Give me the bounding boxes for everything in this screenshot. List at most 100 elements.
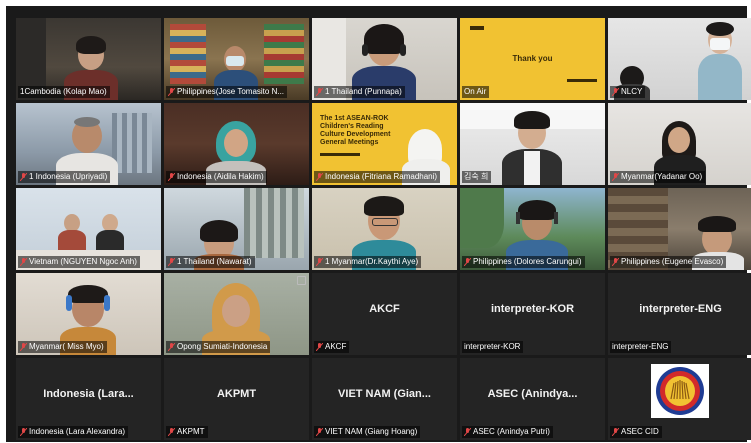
participant-name: interpreter-KOR — [464, 342, 521, 351]
muted-mic-icon — [316, 428, 323, 436]
participant-tile[interactable]: NLCY — [608, 18, 751, 100]
participant-tile[interactable]: interpreter-KOR interpreter-KOR — [460, 273, 605, 355]
muted-mic-icon — [168, 88, 175, 96]
participant-tile[interactable]: 1 Thailand (Nawarat) — [164, 188, 309, 270]
participant-tile[interactable]: Vietnam (NGUYEN Ngoc Anh) — [16, 188, 161, 270]
participant-tile[interactable]: ASEC (Anindya... ASEC (Anindya Putri) — [460, 358, 605, 440]
participant-name: Indonesia (Lara Alexandra) — [29, 427, 126, 436]
muted-mic-icon — [168, 343, 175, 351]
participant-name-label: AKPMT — [166, 426, 208, 438]
participant-name-label: AKCF — [314, 341, 350, 353]
participant-tile[interactable]: 1Cambodia (Kolap Mao) — [16, 18, 161, 100]
participant-grid: 1Cambodia (Kolap Mao) Philippines(Jose T… — [16, 18, 751, 440]
participant-tile[interactable]: 1 Myanmar(Dr.Kaythi Aye) — [312, 188, 457, 270]
participant-name-label: interpreter-KOR — [462, 341, 524, 353]
participant-tile[interactable]: AKPMT AKPMT — [164, 358, 309, 440]
participant-name: 1Cambodia (Kolap Mao) — [20, 87, 107, 96]
participant-name-label: Vietnam (NGUYEN Ngoc Anh) — [18, 256, 140, 268]
participant-tile[interactable]: Philippines (Eugene Evasco) — [608, 188, 751, 270]
muted-mic-icon — [20, 343, 27, 351]
muted-mic-icon — [168, 428, 175, 436]
participant-display-name: VIET NAM (Gian... — [338, 388, 431, 400]
muted-mic-icon — [612, 258, 619, 266]
participant-name: ASEC CID — [621, 427, 659, 436]
participant-name: 1 Thailand (Punnapa) — [325, 87, 402, 96]
participant-name: 김숙 희 — [464, 172, 489, 181]
participant-name-label: Myanmar(Yadanar Oo) — [610, 171, 706, 183]
asean-logo — [651, 364, 709, 418]
participant-name-label: VIET NAM (Giang Hoang) — [314, 426, 421, 438]
participant-name: 1 Thailand (Nawarat) — [177, 257, 252, 266]
participant-display-name: interpreter-ENG — [639, 303, 722, 315]
muted-mic-icon — [316, 88, 323, 96]
participant-tile-active-speaker[interactable]: Thank you On Air — [460, 18, 605, 100]
slide-text: Thank you — [512, 54, 553, 63]
muted-mic-icon — [20, 428, 27, 436]
participant-name-label: 1 Thailand (Nawarat) — [166, 256, 255, 268]
participant-name-label: Indonesia (Aidila Hakim) — [166, 171, 267, 183]
participant-tile[interactable]: 1 Indonesia (Upriyadi) — [16, 103, 161, 185]
participant-tile[interactable]: Philippines(Jose Tomasito N... — [164, 18, 309, 100]
participant-name-label: interpreter-ENG — [610, 341, 672, 353]
muted-mic-icon — [168, 173, 175, 181]
participant-name-label: Philippines (Eugene Evasco) — [610, 256, 727, 268]
muted-mic-icon — [316, 343, 323, 351]
participant-name: Myanmar(Yadanar Oo) — [621, 172, 703, 181]
participant-name: Indonesia (Fitriana Ramadhani) — [325, 172, 438, 181]
participant-name: 1 Indonesia (Upriyadi) — [29, 172, 108, 181]
muted-mic-icon — [168, 258, 175, 266]
participant-tile[interactable]: AKCF AKCF — [312, 273, 457, 355]
participant-tile[interactable]: interpreter-ENG interpreter-ENG — [608, 273, 751, 355]
participant-name-label: Philippines(Jose Tomasito N... — [166, 86, 288, 98]
participant-name-label: NLCY — [610, 86, 646, 98]
participant-name-label: Indonesia (Fitriana Ramadhani) — [314, 171, 441, 183]
participant-name-label: Philippines (Dolores Carungui) — [462, 256, 585, 268]
participant-name: Philippines (Dolores Carungui) — [473, 257, 582, 266]
video-gallery: 1Cambodia (Kolap Mao) Philippines(Jose T… — [6, 6, 751, 442]
participant-name: On Air — [464, 87, 487, 96]
participant-name-label: 김숙 희 — [462, 171, 492, 183]
participant-tile[interactable]: Indonesia (Aidila Hakim) — [164, 103, 309, 185]
participant-name: NLCY — [621, 87, 643, 96]
participant-tile[interactable]: Philippines (Dolores Carungui) — [460, 188, 605, 270]
participant-name-label: 1 Thailand (Punnapa) — [314, 86, 405, 98]
participant-display-name: interpreter-KOR — [490, 303, 575, 315]
muted-mic-icon — [464, 258, 471, 266]
participant-name: Philippines (Eugene Evasco) — [621, 257, 724, 266]
muted-mic-icon — [612, 428, 619, 436]
participant-name-label: 1Cambodia (Kolap Mao) — [18, 86, 110, 98]
participant-name-label: Myanmar( Miss Myo) — [18, 341, 107, 353]
pin-icon[interactable] — [297, 276, 306, 285]
muted-mic-icon — [612, 173, 619, 181]
participant-name: Myanmar( Miss Myo) — [29, 342, 104, 351]
participant-display-name: Indonesia (Lara... — [43, 388, 134, 400]
participant-name-label: Indonesia (Lara Alexandra) — [18, 426, 129, 438]
participant-name: 1 Myanmar(Dr.Kaythi Aye) — [325, 257, 419, 266]
muted-mic-icon — [20, 173, 27, 181]
participant-name: Opong Sumiati-Indonesia — [177, 342, 268, 351]
participant-name: VIET NAM (Giang Hoang) — [325, 427, 418, 436]
participant-name-label: ASEC (Anindya Putri) — [462, 426, 553, 438]
participant-tile[interactable]: 1 Thailand (Punnapa) — [312, 18, 457, 100]
participant-tile[interactable]: ASEC CID — [608, 358, 751, 440]
participant-name: ASEC (Anindya Putri) — [473, 427, 550, 436]
participant-name: AKCF — [325, 342, 347, 351]
participant-tile[interactable]: Myanmar( Miss Myo) — [16, 273, 161, 355]
participant-tile[interactable]: Indonesia (Lara... Indonesia (Lara Alexa… — [16, 358, 161, 440]
muted-mic-icon — [316, 258, 323, 266]
participant-tile[interactable]: The 1st ASEAN-ROK Children's Reading Cul… — [312, 103, 457, 185]
muted-mic-icon — [612, 88, 619, 96]
participant-tile[interactable]: VIET NAM (Gian... VIET NAM (Giang Hoang) — [312, 358, 457, 440]
muted-mic-icon — [464, 428, 471, 436]
participant-name: Vietnam (NGUYEN Ngoc Anh) — [29, 257, 137, 266]
participant-tile[interactable]: 김숙 희 — [460, 103, 605, 185]
muted-mic-icon — [20, 258, 27, 266]
participant-tile[interactable]: Opong Sumiati-Indonesia — [164, 273, 309, 355]
slide-title: The 1st ASEAN-ROK Children's Reading Cul… — [320, 115, 391, 146]
participant-name: Indonesia (Aidila Hakim) — [177, 172, 264, 181]
participant-tile[interactable]: Myanmar(Yadanar Oo) — [608, 103, 751, 185]
participant-display-name: AKPMT — [216, 388, 257, 400]
participant-name-label: 1 Myanmar(Dr.Kaythi Aye) — [314, 256, 422, 268]
participant-name-label: On Air — [462, 86, 490, 98]
participant-name-label: 1 Indonesia (Upriyadi) — [18, 171, 111, 183]
